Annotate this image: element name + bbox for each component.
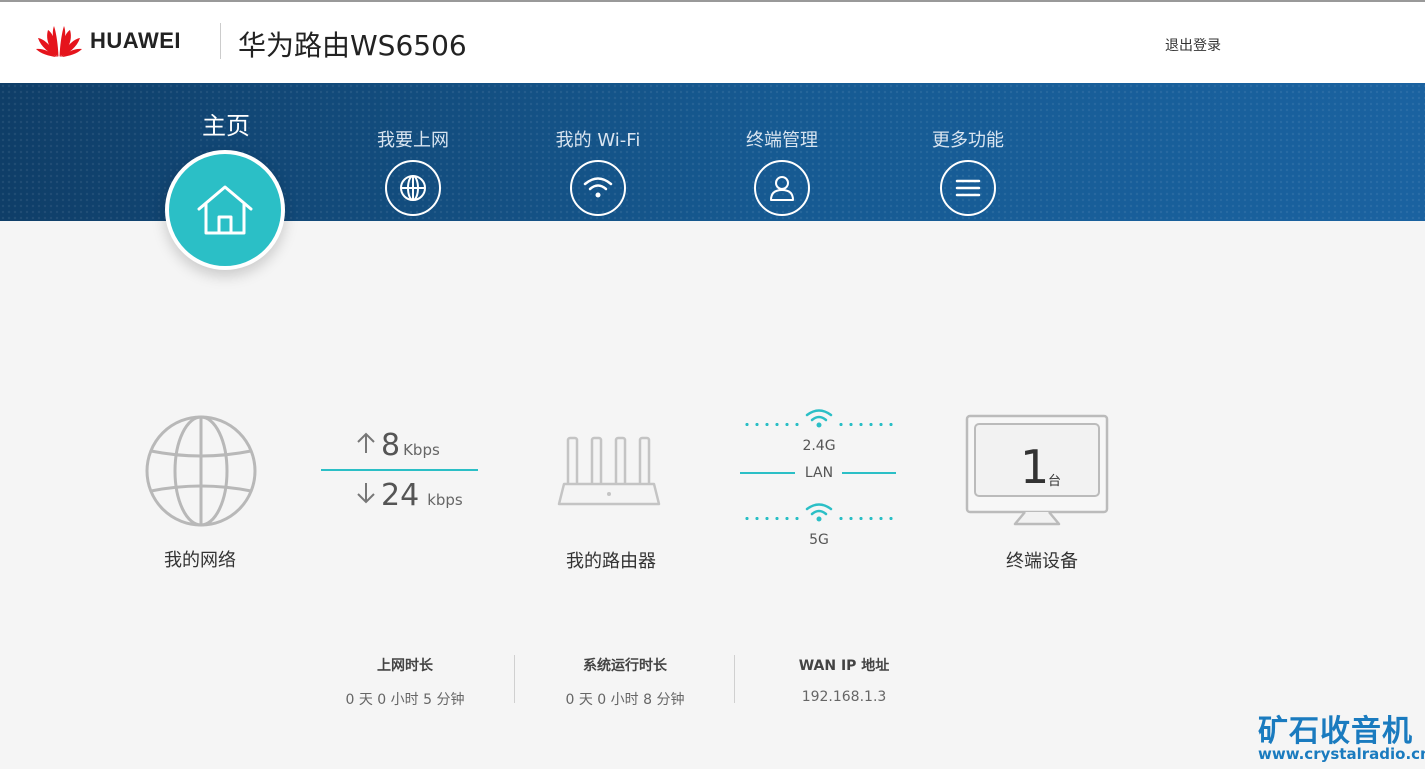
huawei-petal-icon xyxy=(36,26,82,57)
nav-home-button[interactable] xyxy=(165,150,285,270)
stat-label: 系统运行时长 xyxy=(583,658,667,674)
arrow-down-icon xyxy=(357,483,375,504)
nav-item-devices[interactable]: 终端管理 xyxy=(732,126,832,220)
stat-system-uptime: 系统运行时长 0 天 0 小时 8 分钟 xyxy=(525,655,725,709)
stat-label: 上网时长 xyxy=(377,658,433,674)
arrow-up-icon xyxy=(357,432,375,453)
wifi-5g-icon xyxy=(805,503,833,522)
home-icon xyxy=(197,185,253,235)
band-24-label: 2.4G xyxy=(802,438,836,454)
stat-label: WAN IP 地址 xyxy=(798,658,890,674)
nav-item-label: 终端管理 xyxy=(746,130,818,151)
device-count-unit: 台 xyxy=(1048,474,1062,489)
nav-item-more[interactable]: 更多功能 xyxy=(918,126,1018,220)
nav-item-internet[interactable]: 我要上网 xyxy=(363,126,463,220)
wifi-icon xyxy=(570,160,626,216)
download-speed: 24 kbps xyxy=(355,478,463,513)
nav-item-label: 我的 Wi-Fi xyxy=(555,130,641,151)
band-5g-label: 5G xyxy=(809,532,829,548)
nav-home-label[interactable]: 主页 xyxy=(176,106,276,141)
lan-label: LAN xyxy=(804,465,834,481)
watermark-title: 矿石收音机 xyxy=(1258,714,1413,749)
product-title: 华为路由WS6506 xyxy=(238,29,467,62)
stat-value: 0 天 0 小时 5 分钟 xyxy=(345,692,465,708)
menu-icon xyxy=(940,160,996,216)
logout-link[interactable]: 退出登录 xyxy=(1165,35,1221,55)
lan-link-right xyxy=(842,472,896,474)
brand-name: HUAWEI xyxy=(90,28,181,53)
upload-speed: 8 Kbps xyxy=(355,428,440,463)
upload-value: 8 xyxy=(381,428,401,463)
my-router-label[interactable]: 我的路由器 xyxy=(556,547,666,573)
huawei-logo: HUAWEI xyxy=(36,24,181,58)
stat-wan-ip: WAN IP 地址 192.168.1.3 xyxy=(744,655,944,705)
download-unit: kbps xyxy=(427,491,463,509)
speed-divider xyxy=(321,469,478,471)
network-globe-icon[interactable] xyxy=(143,413,259,529)
watermark-url: www.crystalradio.cn xyxy=(1258,745,1425,763)
top-header: HUAWEI 华为路由WS6506 退出登录 xyxy=(0,0,1425,83)
user-icon xyxy=(754,160,810,216)
globe-icon xyxy=(385,160,441,216)
router-icon[interactable] xyxy=(556,434,662,508)
nav-item-label: 更多功能 xyxy=(932,130,1004,151)
upload-unit: Kbps xyxy=(403,441,440,459)
stat-value: 192.168.1.3 xyxy=(801,689,887,705)
nav-item-wifi[interactable]: 我的 Wi-Fi xyxy=(538,126,658,220)
lan-link-left xyxy=(740,472,795,474)
stat-divider xyxy=(734,655,735,703)
wifi-24-link-left xyxy=(742,423,804,426)
stat-online-duration: 上网时长 0 天 0 小时 5 分钟 xyxy=(305,655,505,709)
header-divider xyxy=(220,23,221,59)
terminal-devices-label[interactable]: 终端设备 xyxy=(987,547,1097,573)
wifi-5g-link-left xyxy=(742,517,804,520)
nav-item-label: 我要上网 xyxy=(377,130,449,151)
device-count[interactable]: 1 xyxy=(1020,440,1049,494)
stat-value: 0 天 0 小时 8 分钟 xyxy=(565,692,685,708)
wifi-5g-link-right xyxy=(836,517,896,520)
my-network-label[interactable]: 我的网络 xyxy=(150,546,250,572)
download-value: 24 xyxy=(381,478,420,513)
stat-divider xyxy=(514,655,515,703)
wifi-24-icon xyxy=(805,409,833,428)
wifi-24-link-right xyxy=(836,423,896,426)
